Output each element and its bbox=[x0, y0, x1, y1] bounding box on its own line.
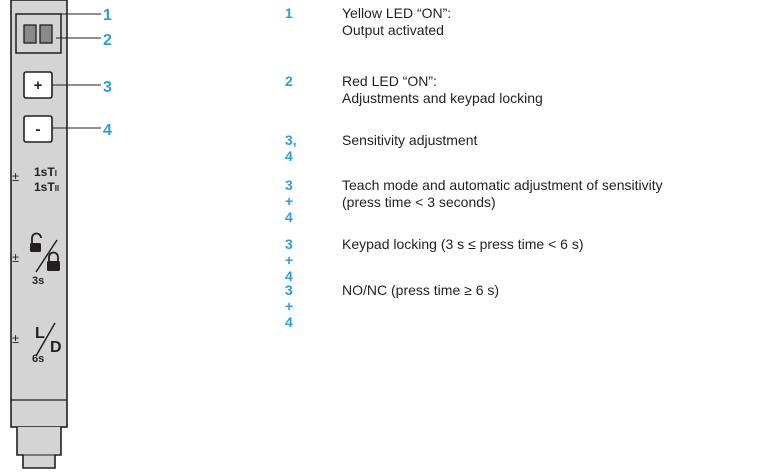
connector-plug bbox=[16, 427, 62, 469]
ld-pm-symbol: ± bbox=[12, 331, 19, 346]
legend-description: Yellow LED “ON”: Output activated bbox=[342, 5, 452, 38]
legend-description: Red LED “ON”: Adjustments and keypad lock… bbox=[342, 73, 543, 106]
red-led bbox=[39, 24, 53, 44]
legend-number: 1 bbox=[285, 5, 293, 21]
legend-description: Sensitivity adjustment bbox=[342, 132, 478, 148]
callout-number: 2 bbox=[103, 32, 112, 49]
legend-description: Teach mode and automatic adjustment of s… bbox=[342, 177, 663, 210]
led-panel bbox=[15, 13, 62, 54]
callout-number: 3 bbox=[103, 79, 112, 96]
legend-description: Keypad locking (3 s ≤ press time < 6 s) bbox=[342, 236, 584, 252]
ld-dark-label: D bbox=[50, 339, 62, 356]
callout-number: 1 bbox=[103, 7, 112, 24]
teach-top-label: 1sTI bbox=[34, 165, 57, 179]
lock-pm-symbol: ± bbox=[12, 250, 19, 265]
lock-time-label: 3s bbox=[32, 275, 44, 287]
ld-time-label: 6s bbox=[32, 353, 44, 365]
teach-pm-symbol: ± bbox=[12, 169, 19, 184]
legend: 1 Yellow LED “ON”: Output activated 2 Red… bbox=[285, 0, 779, 473]
ld-light-label: L bbox=[35, 325, 45, 342]
legend-number: 3 + 4 bbox=[285, 282, 294, 330]
legend-number: 3, 4 bbox=[285, 132, 297, 164]
callout-number: 4 bbox=[103, 122, 112, 139]
yellow-led bbox=[23, 24, 37, 44]
legend-number: 3 + 4 bbox=[285, 236, 294, 284]
plus-button-label: + bbox=[34, 77, 43, 94]
legend-description: NO/NC (press time ≥ 6 s) bbox=[342, 282, 500, 298]
legend-number: 2 bbox=[285, 73, 293, 89]
legend-number: 3 + 4 bbox=[285, 177, 294, 225]
device-diagram: + - ± 1sTI 1sTII ± 3s ± L D 6s 1 2 3 4 bbox=[10, 0, 112, 469]
minus-button-label: - bbox=[36, 121, 41, 138]
